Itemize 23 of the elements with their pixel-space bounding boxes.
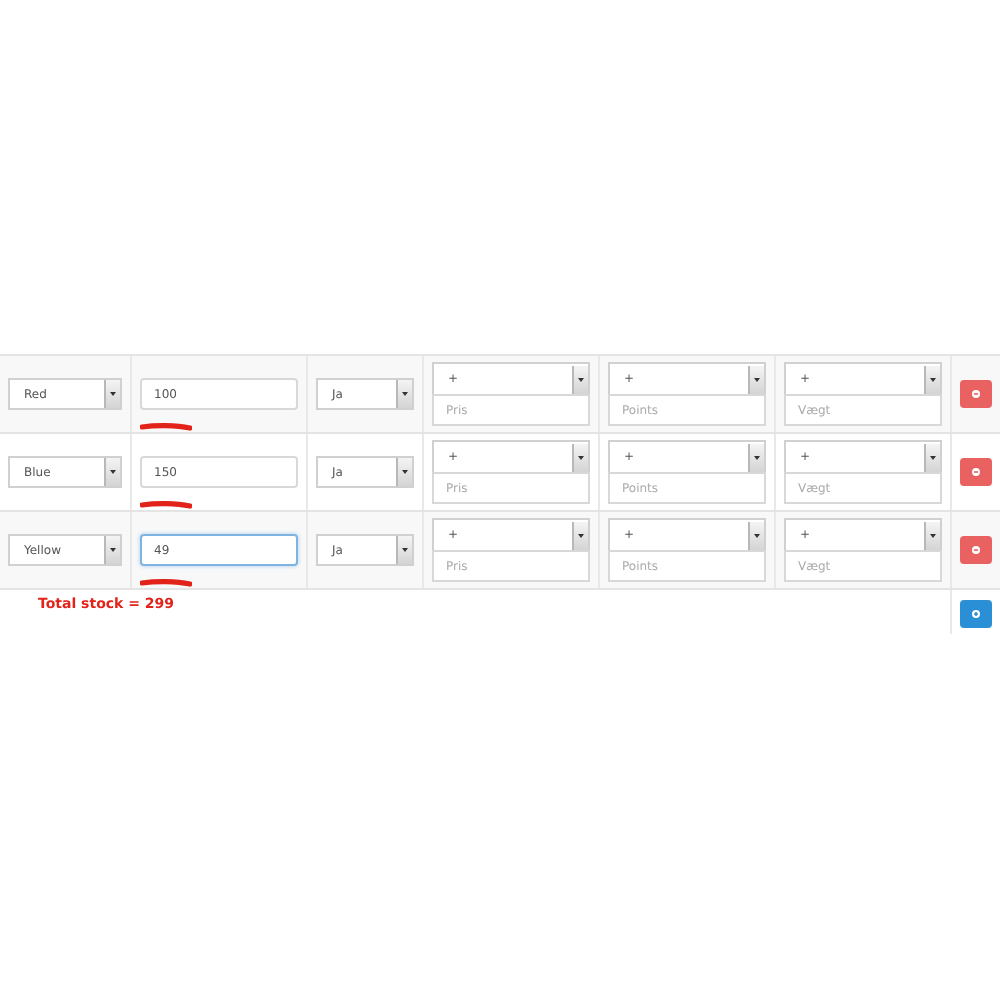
caret-icon xyxy=(104,536,120,564)
add-icon xyxy=(972,610,980,618)
caret-icon xyxy=(748,521,764,549)
caret-icon xyxy=(572,443,588,471)
remove-icon xyxy=(972,468,980,476)
caret-icon xyxy=(572,365,588,393)
caret-icon xyxy=(396,458,412,486)
remove-icon xyxy=(972,546,980,554)
caret-icon xyxy=(104,380,120,408)
caret-icon xyxy=(924,365,940,393)
caret-icon xyxy=(396,536,412,564)
add-button[interactable] xyxy=(960,600,992,628)
caret-icon xyxy=(748,443,764,471)
caret-icon xyxy=(924,443,940,471)
caret-icon xyxy=(748,365,764,393)
remove-button[interactable] xyxy=(960,380,992,408)
remove-button[interactable] xyxy=(960,458,992,486)
remove-icon xyxy=(972,390,980,398)
remove-button[interactable] xyxy=(960,536,992,564)
caret-icon xyxy=(924,521,940,549)
caret-icon xyxy=(572,521,588,549)
caret-icon xyxy=(104,458,120,486)
caret-icon xyxy=(396,380,412,408)
